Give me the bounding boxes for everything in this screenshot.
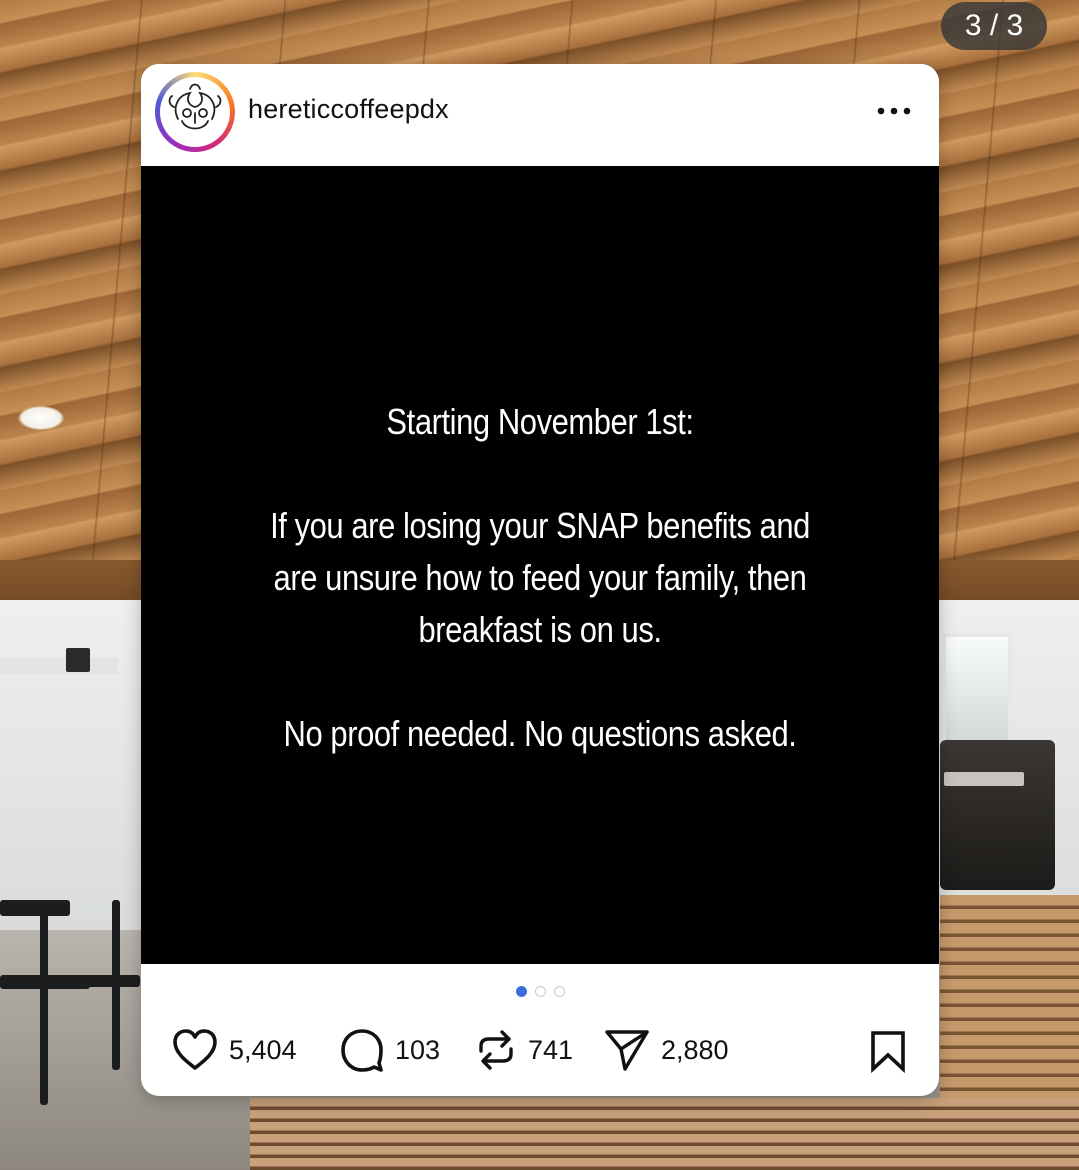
heart-icon [173,1029,217,1070]
post-headline: Starting November 1st: [386,401,694,442]
post-username[interactable]: hereticcoffeepdx [248,94,449,125]
like-button[interactable]: 5,404 [171,1022,297,1078]
post-image[interactable]: Starting November 1st: If you are losing… [141,166,939,964]
post-card: hereticcoffeepdx Starting November 1st: … [141,64,939,1096]
post-body-line: are unsure how to feed your family, then [273,557,807,598]
wood-counter-front [250,1098,1079,1170]
carousel-pagination [141,986,939,1000]
pagination-dot[interactable] [553,986,565,997]
comment-button[interactable]: 103 [339,1022,440,1078]
post-header: hereticcoffeepdx [141,64,939,166]
bookmark-icon [871,1031,905,1074]
comment-icon [341,1029,383,1072]
more-options-button[interactable] [871,94,917,128]
chair-seat [0,975,90,989]
avatar-story-ring[interactable] [155,72,235,152]
post-actions-bar: 5,404 103 741 2,880 [141,1022,939,1078]
repost-icon [479,1030,513,1070]
share-button[interactable]: 2,880 [603,1022,729,1078]
like-count: 5,404 [229,1034,297,1065]
more-options-icon [877,107,911,115]
save-button[interactable] [869,1029,907,1078]
pagination-dot[interactable] [534,986,546,997]
carousel-position-badge: 3 / 3 [941,2,1047,50]
comment-count: 103 [395,1034,441,1065]
espresso-machine-label [944,772,1024,786]
espresso-machine [940,740,1055,890]
chair-leg [112,900,120,1070]
send-icon [605,1030,649,1071]
post-body-line: breakfast is on us. [418,609,662,650]
share-count: 2,880 [661,1034,729,1065]
chair-back [0,900,70,916]
chair-seat [80,975,140,987]
wall-speaker [66,648,90,672]
post-image-text: Starting November 1st: If you are losing… [257,396,823,760]
repost-button[interactable]: 741 [474,1022,573,1078]
repost-count: 741 [528,1034,574,1065]
window [942,633,1012,751]
post-footer-line: No proof needed. No questions asked. [283,713,797,754]
ceiling-light [18,406,64,430]
pagination-dot-active[interactable] [515,986,527,997]
post-body-line: If you are losing your SNAP benefits and [270,505,810,546]
wall-shelf [0,658,118,674]
chair-leg [40,905,48,1105]
coffee-logo-icon [162,79,228,145]
avatar[interactable] [160,77,230,147]
